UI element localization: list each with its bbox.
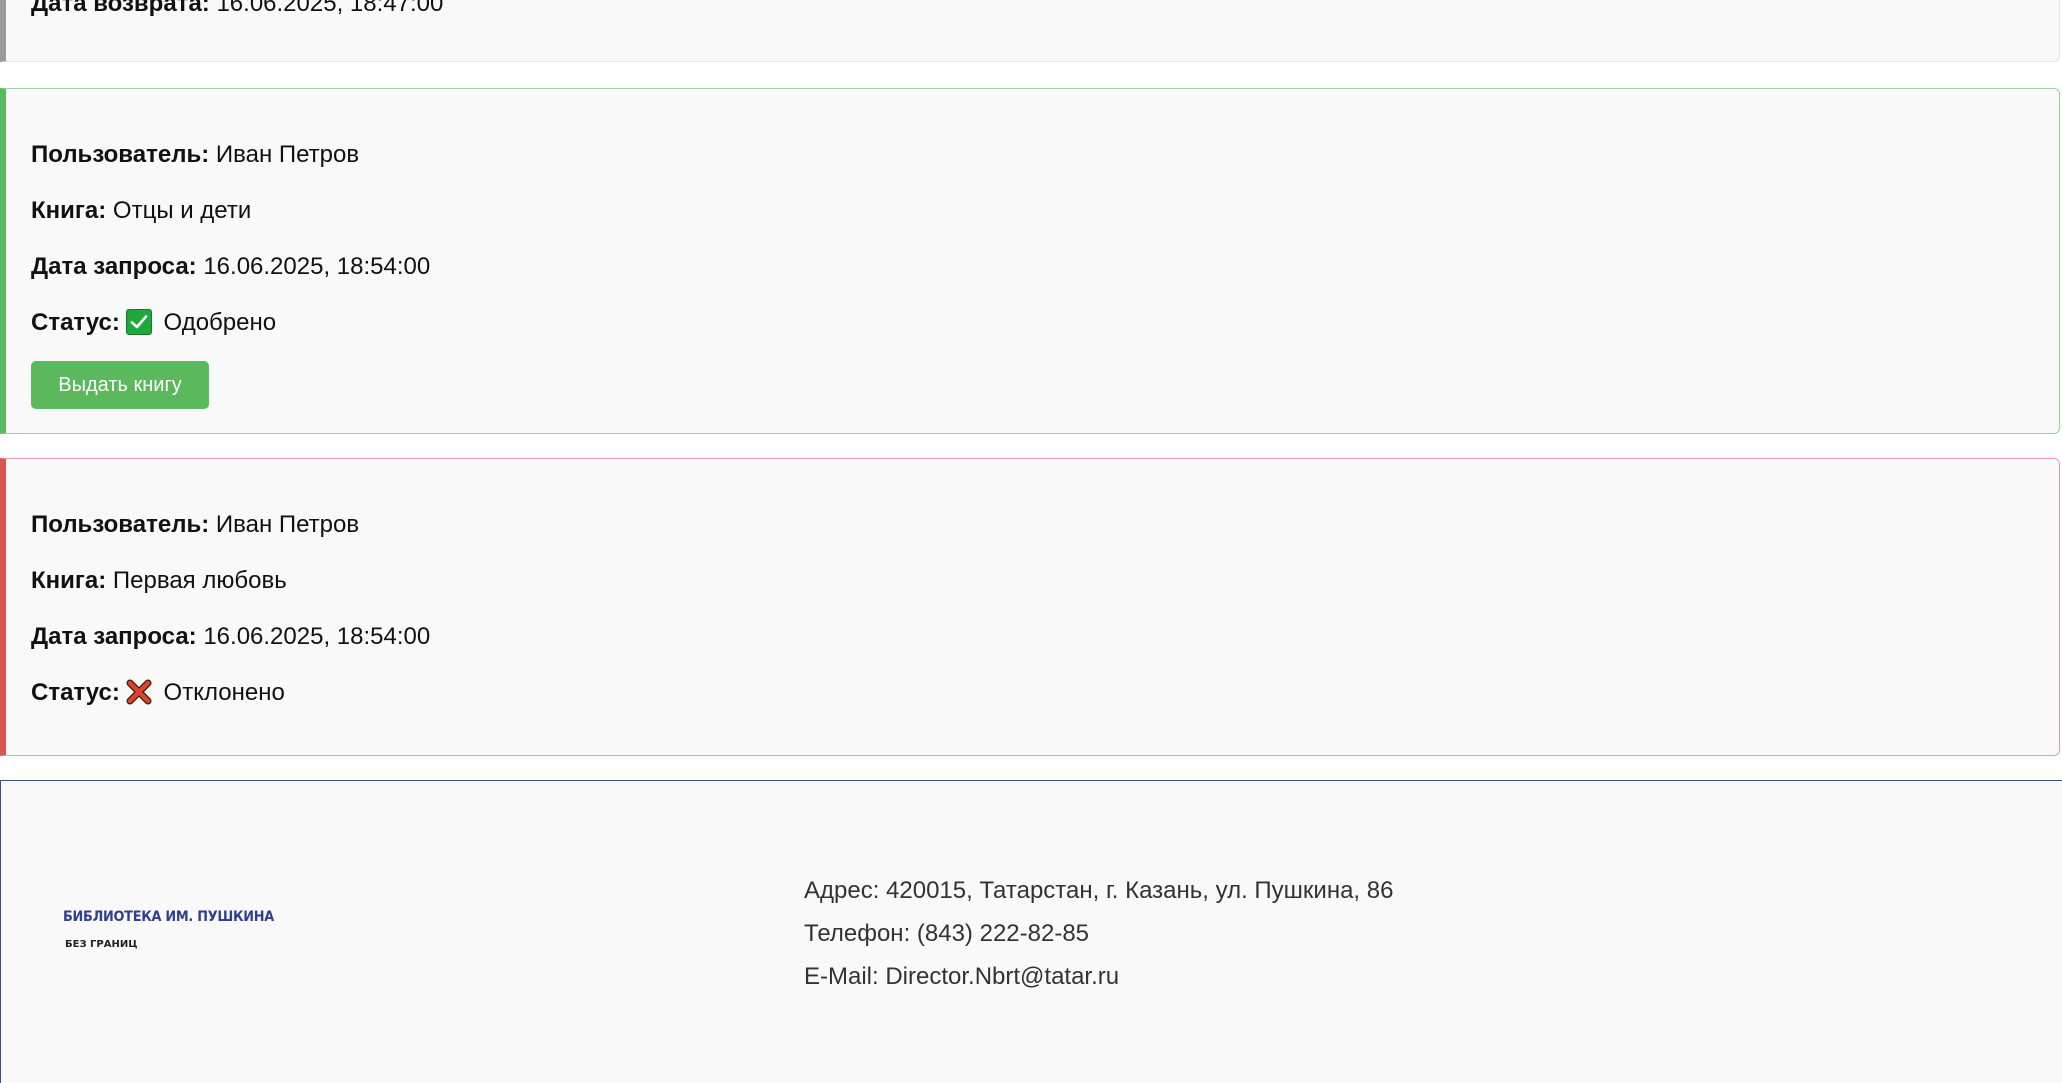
user-row: Пользователь: Иван Петров bbox=[31, 510, 359, 540]
request-date-label: Дата запроса: bbox=[31, 253, 197, 280]
status-label: Статус: bbox=[31, 679, 120, 706]
status-value: Отклонено bbox=[163, 679, 285, 706]
cross-mark-icon bbox=[126, 679, 152, 705]
status-value: Одобрено bbox=[163, 309, 277, 336]
user-row: Пользователь: Иван Петров bbox=[31, 140, 359, 170]
book-label: Книга: bbox=[31, 197, 107, 224]
user-label: Пользователь: bbox=[31, 141, 210, 168]
request-date-label: Дата запроса: bbox=[31, 623, 197, 650]
user-label: Пользователь: bbox=[31, 511, 210, 538]
user-value: Иван Петров bbox=[215, 141, 360, 168]
return-date-row: Дата возврата: 16.06.2025, 18:47:00 bbox=[31, 0, 443, 19]
issue-book-button[interactable]: Выдать книгу bbox=[31, 361, 209, 409]
page: Дата возврата: 16.06.2025, 18:47:00 Поль… bbox=[0, 0, 2062, 1083]
book-label: Книга: bbox=[31, 567, 107, 594]
return-date-label: Дата возврата: bbox=[31, 0, 210, 17]
book-row: Книга: Отцы и дети bbox=[31, 196, 251, 226]
status-row: Статус: Отклонено bbox=[31, 678, 285, 708]
library-logo[interactable]: БИБЛИОТЕКА ИМ. ПУШКИНА БЕЗ ГРАНИЦ bbox=[63, 909, 292, 950]
status-row: Статус: Одобрено bbox=[31, 308, 276, 338]
book-row: Книга: Первая любовь bbox=[31, 566, 287, 596]
book-value: Первая любовь bbox=[112, 567, 287, 594]
user-value: Иван Петров bbox=[215, 511, 360, 538]
footer: БИБЛИОТЕКА ИМ. ПУШКИНА БЕЗ ГРАНИЦ Адрес:… bbox=[0, 780, 2062, 1083]
return-date-value: 16.06.2025, 18:47:00 bbox=[216, 0, 444, 17]
request-card-approved: Пользователь: Иван Петров Книга: Отцы и … bbox=[0, 88, 2060, 434]
phone-text: Телефон: (843) 222-82-85 bbox=[804, 920, 1090, 947]
check-mark-icon bbox=[125, 309, 152, 335]
request-card-returned: Дата возврата: 16.06.2025, 18:47:00 bbox=[0, 0, 2060, 62]
book-value: Отцы и дети bbox=[112, 197, 252, 224]
logo-name: БИБЛИОТЕКА ИМ. ПУШКИНА bbox=[63, 909, 274, 925]
status-label: Статус: bbox=[31, 309, 120, 336]
request-date-row: Дата запроса: 16.06.2025, 18:54:00 bbox=[31, 622, 430, 652]
contacts: Адрес: 420015, Татарстан, г. Казань, ул.… bbox=[804, 869, 1393, 998]
logo-slogan: БЕЗ ГРАНИЦ bbox=[65, 939, 138, 950]
request-date-value: 16.06.2025, 18:54:00 bbox=[203, 253, 431, 280]
email-text: E-Mail: Director.Nbrt@tatar.ru bbox=[804, 963, 1120, 990]
address-text: Адрес: 420015, Татарстан, г. Казань, ул.… bbox=[804, 877, 1394, 904]
request-card-rejected: Пользователь: Иван Петров Книга: Первая … bbox=[0, 458, 2060, 756]
request-date-value: 16.06.2025, 18:54:00 bbox=[203, 623, 431, 650]
request-date-row: Дата запроса: 16.06.2025, 18:54:00 bbox=[31, 252, 430, 282]
